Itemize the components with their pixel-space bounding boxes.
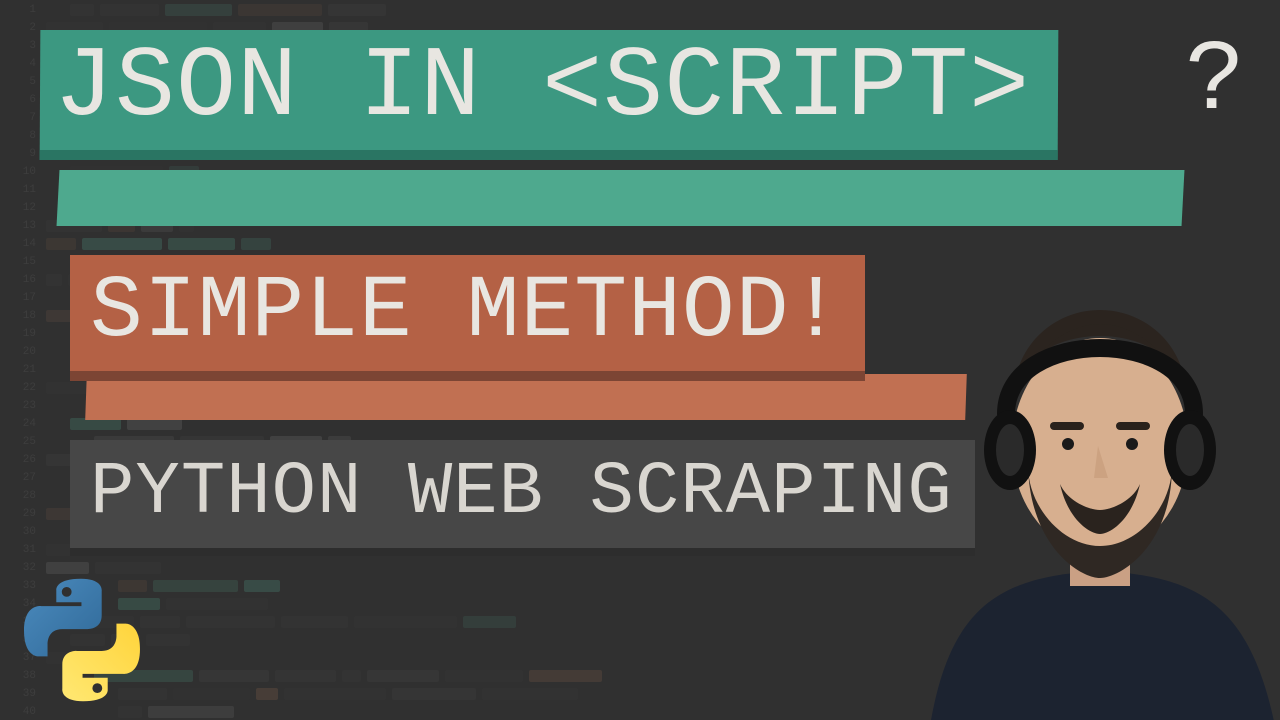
heading-simple-method: SIMPLE METHOD!	[70, 255, 865, 381]
heading-green-shadow	[57, 170, 1185, 226]
python-logo-icon	[12, 570, 152, 710]
heading-python-web-scraping: PYTHON WEB SCRAPING	[70, 440, 975, 556]
heading-question-mark: ?	[1185, 32, 1245, 134]
heading-json-in-script: JSON IN <SCRIPT>	[40, 30, 1059, 160]
